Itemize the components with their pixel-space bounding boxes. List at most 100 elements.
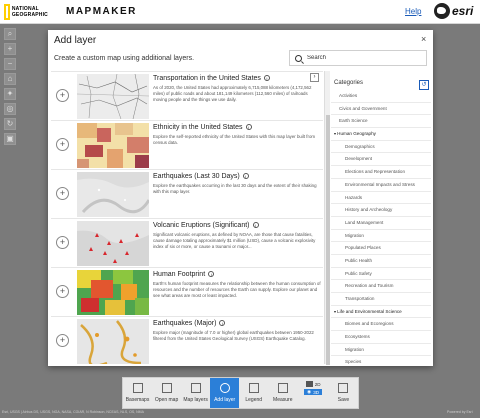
layer-description: As of 2020, the United States had approx… bbox=[153, 85, 312, 102]
layer-thumbnail bbox=[77, 319, 149, 364]
category-item[interactable]: Human Geography bbox=[331, 128, 431, 141]
globe-3d-icon: ◉ bbox=[307, 389, 312, 394]
category-item[interactable]: Life and Environmental Science bbox=[331, 306, 431, 319]
add-layer-button[interactable]: Add layer bbox=[210, 378, 240, 408]
layer-title: Transportation in the United States i bbox=[153, 75, 270, 82]
category-item[interactable]: Migration bbox=[331, 230, 431, 243]
layer-card[interactable]: + Transportation in the United States i A… bbox=[51, 72, 323, 121]
category-item[interactable]: Land Management bbox=[331, 217, 431, 230]
category-item[interactable]: Environmental Impacts and Stress bbox=[331, 179, 431, 192]
natgeo-yellow-frame-icon bbox=[4, 4, 10, 20]
add-layer-plus-icon[interactable]: + bbox=[56, 285, 69, 298]
layer-thumbnail bbox=[77, 221, 149, 266]
home-icon[interactable]: ⌂ bbox=[4, 73, 16, 85]
search-icon bbox=[295, 54, 302, 62]
category-item[interactable]: Species bbox=[331, 356, 431, 364]
save-button[interactable]: Save bbox=[329, 378, 358, 408]
layer-card[interactable]: + Ethnicity in the United States i Explor… bbox=[51, 121, 323, 170]
category-item[interactable]: Public Health bbox=[331, 255, 431, 268]
legend-icon bbox=[248, 383, 259, 393]
category-item[interactable]: Public Safety bbox=[331, 268, 431, 281]
info-icon[interactable]: i bbox=[219, 320, 226, 327]
view-2d-option[interactable]: 2D bbox=[305, 381, 321, 387]
scrollbar[interactable] bbox=[324, 71, 330, 365]
rotate-icon[interactable]: ↻ bbox=[4, 118, 16, 130]
info-icon[interactable]: i bbox=[245, 124, 252, 131]
add-layer-dialog: Add layer × Create a custom map using ad… bbox=[48, 30, 433, 366]
esri-logo[interactable]: esri bbox=[434, 3, 473, 19]
basemaps-button[interactable]: Basemaps bbox=[123, 378, 152, 408]
category-item[interactable]: Hazards bbox=[331, 192, 431, 205]
bottom-toolbar: Basemaps Open map Map layers Add layer L… bbox=[122, 377, 359, 409]
legend-button[interactable]: Legend bbox=[239, 378, 268, 408]
layer-description: Explore the earthquakes occurring in the… bbox=[153, 183, 317, 194]
category-item[interactable]: Civics and Government bbox=[331, 103, 431, 116]
add-layer-plus-icon[interactable]: + bbox=[56, 138, 69, 151]
app-title: MAPMAKER bbox=[66, 6, 137, 17]
search-box[interactable] bbox=[289, 50, 427, 66]
category-item[interactable]: Recreation and Tourism bbox=[331, 280, 431, 293]
category-item[interactable]: Ecosystems bbox=[331, 331, 431, 344]
map-2d-icon bbox=[305, 381, 313, 387]
category-item[interactable]: Elections and Representation bbox=[331, 166, 431, 179]
layer-description: Significant volcanic eruptions, as defin… bbox=[153, 232, 316, 249]
layer-thumbnail bbox=[77, 74, 149, 119]
layer-title: Human Footprint i bbox=[153, 271, 215, 278]
open-map-button[interactable]: Open map bbox=[152, 378, 181, 408]
category-item[interactable]: Development bbox=[331, 153, 431, 167]
category-item[interactable]: Earth Science bbox=[331, 115, 431, 129]
map-attribution[interactable]: Esri, USGS | Airbus DS, USGS, NGA, NASA,… bbox=[2, 410, 144, 414]
add-layer-plus-icon[interactable]: + bbox=[56, 236, 69, 249]
add-layer-plus-icon[interactable]: + bbox=[56, 187, 69, 200]
category-item[interactable]: Transportation bbox=[331, 293, 431, 306]
collapse-categories-icon[interactable]: › bbox=[310, 73, 319, 82]
help-link[interactable]: Help bbox=[405, 7, 421, 16]
category-item[interactable]: History and Archeology bbox=[331, 204, 431, 217]
search-map-icon[interactable]: ⌕ bbox=[4, 28, 16, 40]
dialog-subtitle: Create a custom map using additional lay… bbox=[54, 55, 195, 62]
scrollbar-thumb[interactable] bbox=[326, 115, 330, 365]
powered-by-esri[interactable]: Powered by Esri bbox=[447, 410, 472, 414]
layer-description: Earth's human footprint measures the rel… bbox=[153, 281, 321, 298]
layer-card[interactable]: + Earthquakes (Major) i Explore major (ma… bbox=[51, 317, 323, 364]
categories-panel: Categories ↺ Activities Civics and Govern… bbox=[331, 71, 431, 364]
compass-icon[interactable]: ✦ bbox=[4, 88, 16, 100]
layer-card[interactable]: + Earthquakes (Last 30 Days) i Explore th… bbox=[51, 170, 323, 219]
info-icon[interactable]: i bbox=[242, 173, 249, 180]
info-icon[interactable]: i bbox=[208, 271, 215, 278]
category-list: Activities Civics and Government Earth Sci… bbox=[331, 90, 431, 364]
layer-description: Explore major (magnitude of 7.0 or highe… bbox=[153, 330, 314, 341]
layer-thumbnail bbox=[77, 270, 149, 315]
natgeo-wordmark: NATIONAL GEOGRAPHIC bbox=[11, 6, 48, 18]
category-item[interactable]: Biomes and Ecoregions bbox=[331, 318, 431, 332]
category-item[interactable]: Demographics bbox=[331, 141, 431, 154]
categories-heading: Categories bbox=[334, 80, 364, 86]
zoom-in-button[interactable]: + bbox=[4, 43, 16, 55]
add-layer-plus-icon[interactable]: + bbox=[56, 334, 69, 347]
layer-thumbnail bbox=[77, 172, 149, 217]
map-layers-button[interactable]: Map layers bbox=[181, 378, 210, 408]
category-item[interactable]: Activities bbox=[331, 90, 431, 103]
search-input[interactable] bbox=[307, 55, 417, 61]
info-icon[interactable]: i bbox=[252, 222, 259, 229]
info-icon[interactable]: i bbox=[263, 75, 270, 82]
view-3d-option[interactable]: ◉ 3D bbox=[304, 389, 323, 395]
folder-icon bbox=[161, 383, 172, 393]
reset-filter-icon[interactable]: ↺ bbox=[419, 80, 429, 90]
view-mode-toggle[interactable]: 2D ◉ 3D bbox=[297, 378, 329, 408]
layer-title: Earthquakes (Last 30 Days) i bbox=[153, 173, 249, 180]
close-icon[interactable]: × bbox=[421, 34, 426, 44]
natgeo-logo[interactable]: NATIONAL GEOGRAPHIC bbox=[4, 3, 48, 21]
fullscreen-icon[interactable]: ▣ bbox=[4, 133, 16, 145]
layer-card[interactable]: + Volcanic Eruptions (Significant) i Sign… bbox=[51, 219, 323, 268]
category-item[interactable]: Migration bbox=[331, 344, 431, 357]
measure-button[interactable]: Measure bbox=[268, 378, 297, 408]
locate-icon[interactable]: ◎ bbox=[4, 103, 16, 115]
layer-card[interactable]: + Human Footprint i Earth's human footpri… bbox=[51, 268, 323, 317]
add-layer-plus-icon[interactable]: + bbox=[56, 89, 69, 102]
zoom-out-button[interactable]: − bbox=[4, 58, 16, 70]
map-tools: ⌕ + − ⌂ ✦ ◎ ↻ ▣ bbox=[4, 28, 17, 145]
layer-title: Earthquakes (Major) i bbox=[153, 320, 226, 327]
layer-title: Ethnicity in the United States i bbox=[153, 124, 252, 131]
category-item[interactable]: Populated Places bbox=[331, 242, 431, 255]
